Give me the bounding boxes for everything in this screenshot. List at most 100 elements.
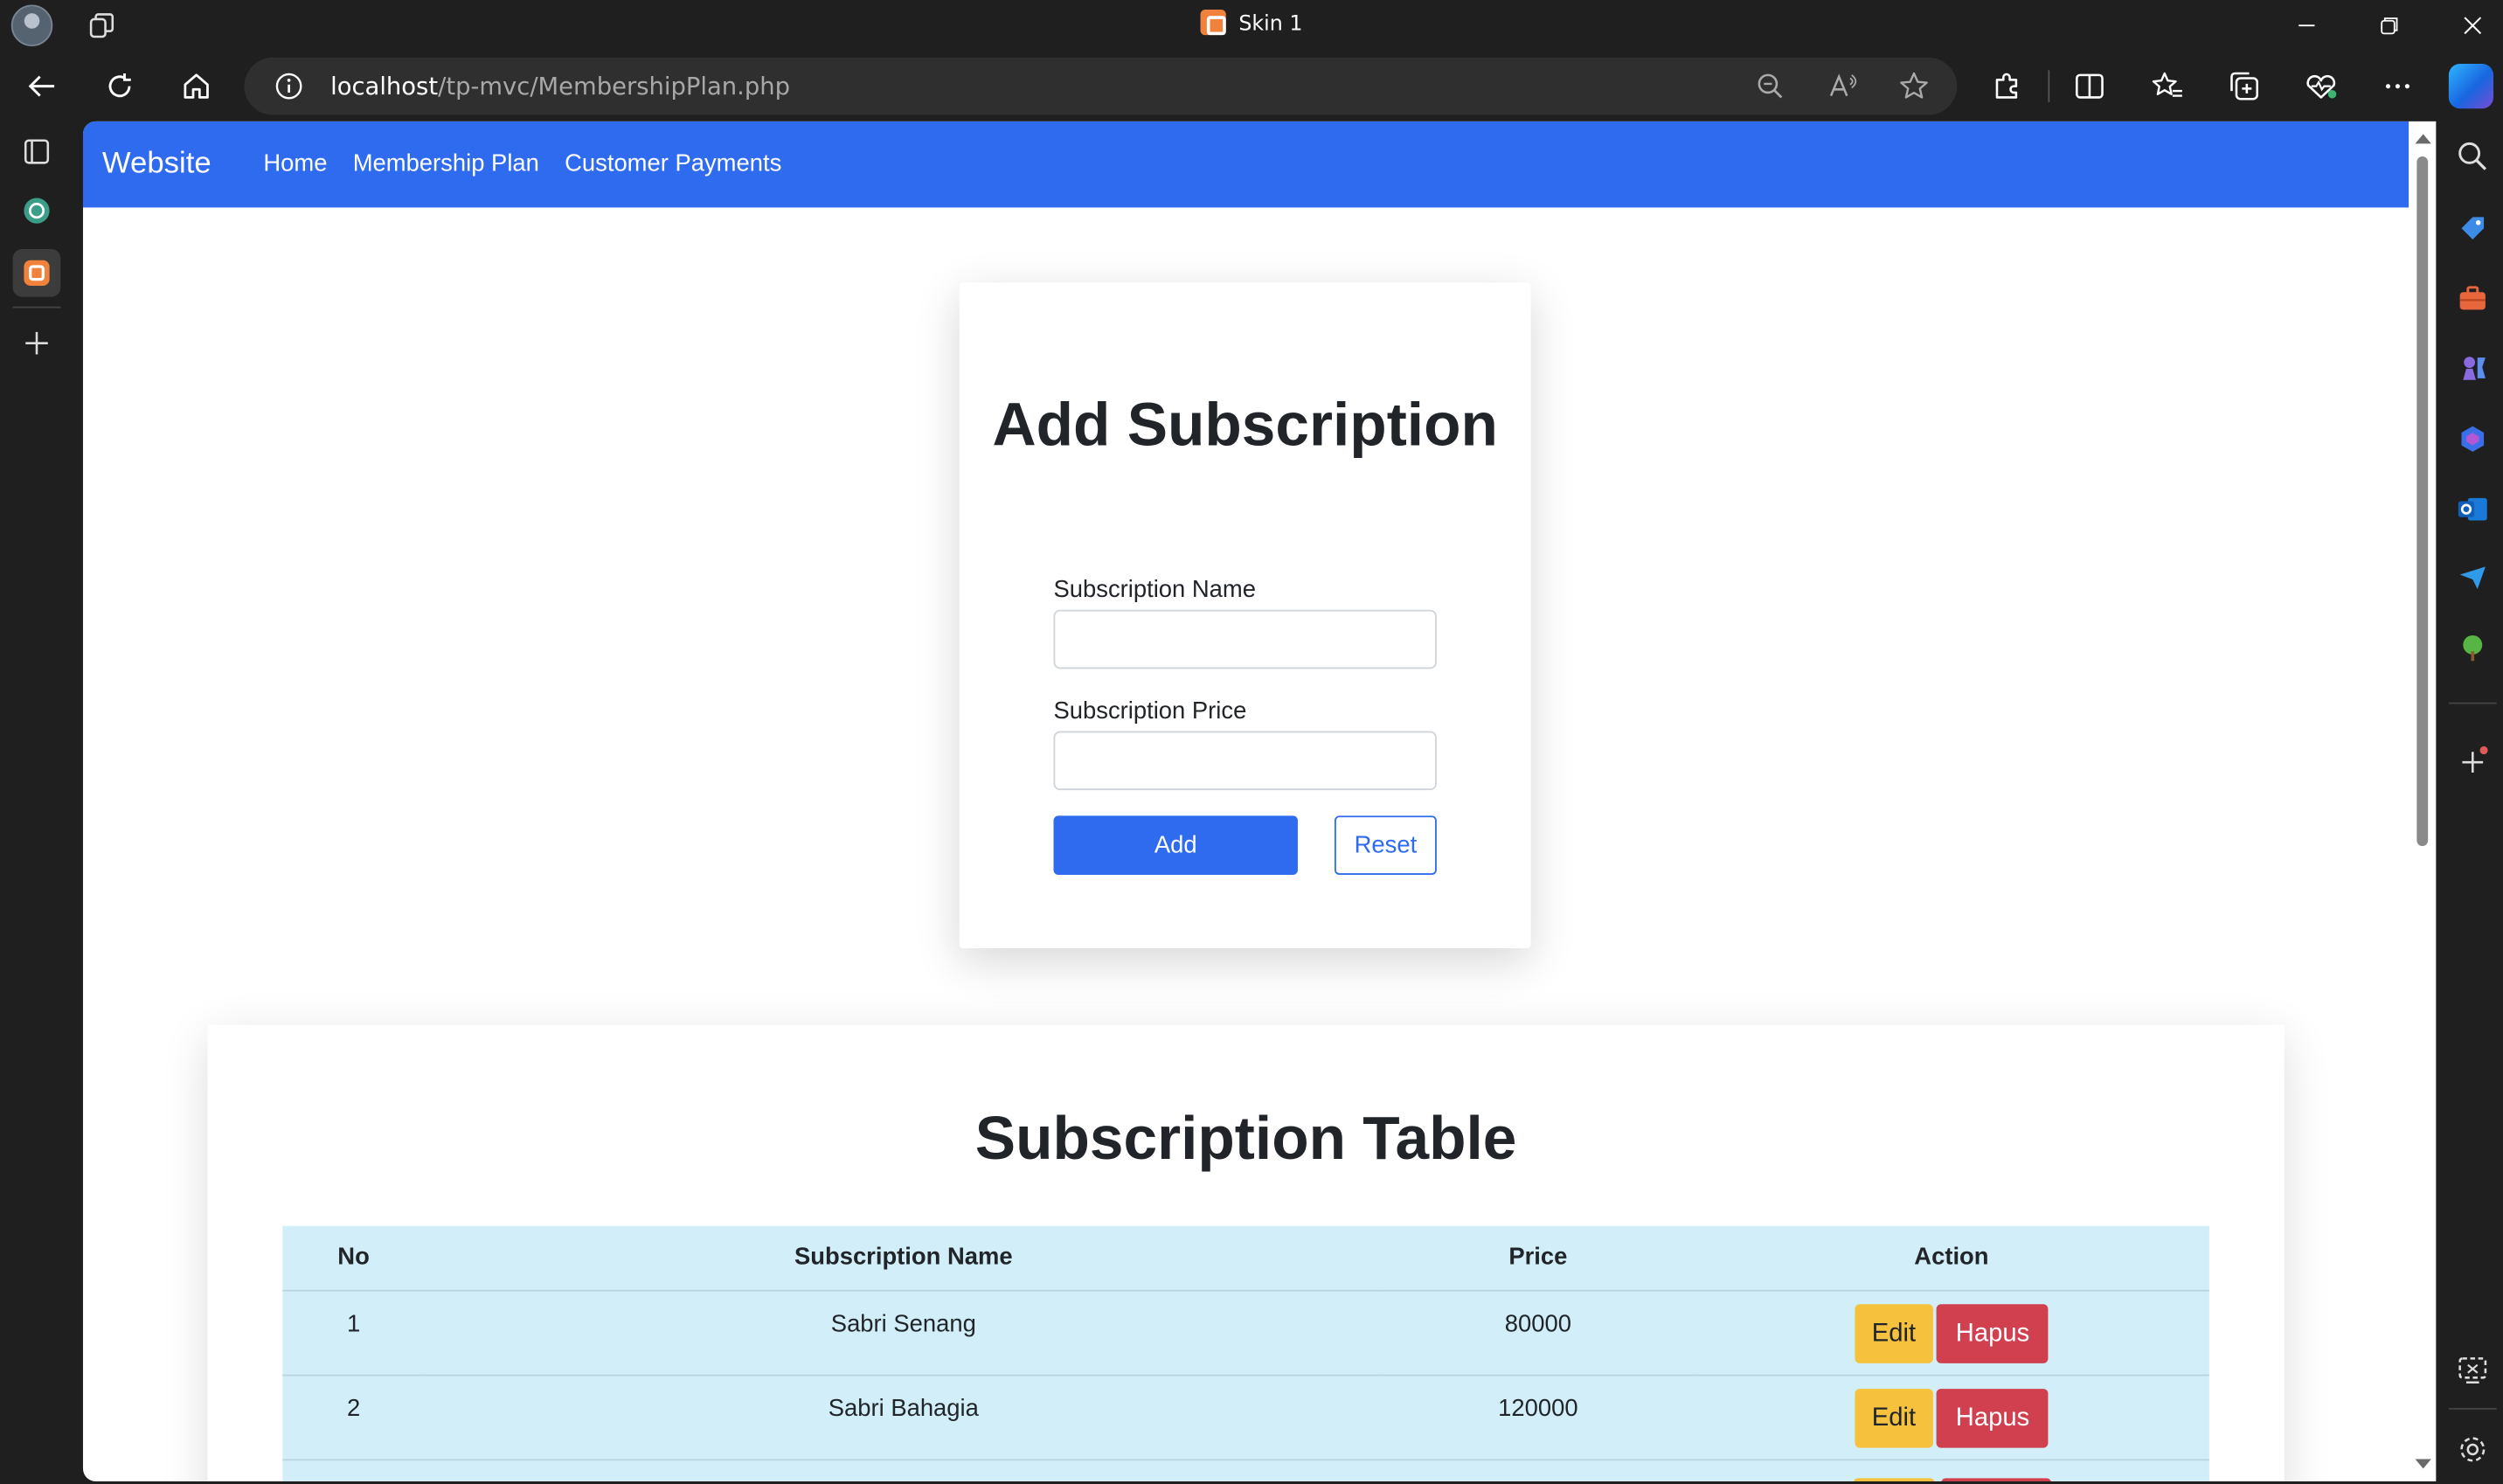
tab-strip-divider <box>12 306 61 309</box>
header-price: Price <box>1382 1225 1694 1291</box>
edge-sidebar <box>2442 121 2503 1484</box>
toolbar-divider <box>2048 70 2050 102</box>
browser-essentials-button[interactable] <box>2296 60 2347 111</box>
navbar-links: Home Membership Plan Customer Payments <box>251 121 794 208</box>
sidebar-screenshot-button[interactable] <box>2453 1350 2492 1389</box>
nav-link-home[interactable]: Home <box>251 121 340 208</box>
vertical-tab-strip <box>0 121 83 1484</box>
nav-link-customer-payments[interactable]: Customer Payments <box>551 121 794 208</box>
tab-actions-button[interactable] <box>13 128 61 176</box>
search-icon <box>2458 142 2487 170</box>
subscription-name-label: Subscription Name <box>1053 576 1256 604</box>
favorite-star-icon[interactable] <box>1898 70 1931 102</box>
restore-button[interactable] <box>2353 0 2426 51</box>
shopping-tag-icon <box>2461 217 2485 239</box>
extensions-button[interactable] <box>1981 60 2032 111</box>
chess-piece-icon <box>2463 357 2486 380</box>
delete-button[interactable]: Hapus <box>1936 1388 2049 1447</box>
tree-icon <box>2463 635 2483 662</box>
header-no: No <box>282 1225 425 1291</box>
home-button[interactable] <box>170 60 221 111</box>
scroll-down-arrow[interactable] <box>2415 1459 2431 1469</box>
subscription-table-card: Subscription Table No Subscription Name … <box>207 1024 2285 1482</box>
page-viewport: Website Home Membership Plan Customer Pa… <box>82 121 2437 1482</box>
close-icon <box>2464 17 2482 35</box>
cell-no: 1 <box>282 1289 425 1376</box>
split-screen-button[interactable] <box>2064 60 2115 111</box>
browser-toolbar: localhost/tp-mvc/MembershipPlan.php <box>0 51 2503 121</box>
refresh-icon <box>108 73 131 98</box>
table-title: Subscription Table <box>974 1106 1517 1174</box>
xampp-icon <box>1200 9 1226 36</box>
address-bar[interactable]: localhost/tp-mvc/MembershipPlan.php <box>244 57 1958 115</box>
toolbox-icon <box>2459 286 2486 310</box>
plus-icon <box>25 331 48 355</box>
site-info-icon[interactable] <box>274 72 303 101</box>
subscription-price-input[interactable] <box>1053 731 1437 791</box>
sidebar-search-button[interactable] <box>2453 137 2492 176</box>
close-button[interactable] <box>2436 0 2503 51</box>
zoom-out-icon[interactable] <box>1756 72 1785 101</box>
cell-subscription-name: Sabri Bahagia <box>424 1374 1383 1460</box>
gear-icon <box>2460 1437 2486 1462</box>
title-bar: Skin 1 <box>0 0 2503 52</box>
sidebar-settings-button[interactable] <box>2453 1431 2492 1469</box>
table-row: 2 Sabri Bahagia 120000 Edit Hapus <box>282 1374 2209 1460</box>
edit-button[interactable]: Edit <box>1854 1303 1934 1363</box>
back-button[interactable] <box>16 60 66 111</box>
sidebar-games-button[interactable] <box>2453 350 2492 388</box>
reset-button[interactable]: Reset <box>1334 815 1437 875</box>
subscription-name-input[interactable] <box>1053 609 1437 669</box>
header-subscription-name: Subscription Name <box>424 1225 1383 1291</box>
copilot-icon <box>2461 426 2485 452</box>
tab-chatgpt[interactable] <box>13 187 61 235</box>
new-tab-button[interactable] <box>13 319 61 367</box>
scrollbar-thumb[interactable] <box>2416 156 2429 847</box>
sidebar-copilot-button[interactable] <box>2453 420 2492 458</box>
sidebar-shopping-button[interactable] <box>2453 209 2492 247</box>
heart-pulse-icon <box>2306 74 2337 99</box>
minimize-button[interactable] <box>2270 0 2343 51</box>
favorites-button[interactable] <box>2142 60 2193 111</box>
plus-icon <box>2462 745 2488 773</box>
delete-button[interactable]: Hapus <box>1936 1303 2049 1363</box>
chatgpt-icon <box>24 198 50 224</box>
edit-button[interactable]: Edit <box>1854 1388 1934 1447</box>
collections-button[interactable] <box>2219 60 2270 111</box>
add-subscription-card: Add Subscription Subscription Name Subsc… <box>959 282 1531 948</box>
page-scrollbar[interactable] <box>2409 121 2437 1482</box>
form-title: Add Subscription <box>992 392 1498 461</box>
edit-button[interactable] <box>1852 1477 1934 1482</box>
tab-actions-icon <box>24 139 50 164</box>
scroll-up-arrow[interactable] <box>2415 134 2431 144</box>
more-menu-button[interactable] <box>2372 60 2423 111</box>
sidebar-outlook-button[interactable] <box>2453 490 2492 529</box>
ellipsis-icon <box>2385 84 2409 89</box>
sidebar-tree-button[interactable] <box>2453 629 2492 668</box>
url-text[interactable]: localhost/tp-mvc/MembershipPlan.php <box>330 58 790 115</box>
cell-price: 80000 <box>1382 1289 1694 1376</box>
sidebar-divider <box>2448 1408 2497 1410</box>
tab-skin-1[interactable] <box>12 248 61 297</box>
browser-window: Skin 1 localhost/tp-mvc/MembershipPlan.p… <box>0 0 2503 1484</box>
subscription-price-label: Subscription Price <box>1053 697 1247 725</box>
cell-action: Edit Hapus <box>1693 1374 2209 1460</box>
copilot-button[interactable] <box>2448 64 2494 109</box>
sidebar-tools-button[interactable] <box>2453 280 2492 318</box>
sidebar-add-button[interactable] <box>2453 742 2492 780</box>
add-button[interactable]: Add <box>1053 815 1298 875</box>
table-row: 1 Sabri Senang 80000 Edit Hapus <box>282 1289 2209 1376</box>
header-action: Action <box>1693 1225 2209 1291</box>
screenshot-icon <box>2458 1357 2487 1384</box>
cell-action: Edit Hapus <box>1693 1289 2209 1376</box>
read-aloud-icon[interactable] <box>1827 72 1860 101</box>
puzzle-icon <box>1995 73 2018 99</box>
cell-subscription-name: Sabri Senang <box>424 1289 1383 1376</box>
sidebar-send-button[interactable] <box>2453 558 2492 597</box>
refresh-button[interactable] <box>94 60 145 111</box>
navbar-brand[interactable]: Website <box>102 121 211 208</box>
nav-link-membership-plan[interactable]: Membership Plan <box>340 121 551 208</box>
xampp-icon <box>24 260 50 286</box>
home-icon <box>184 73 209 99</box>
delete-button[interactable] <box>1940 1477 2051 1482</box>
